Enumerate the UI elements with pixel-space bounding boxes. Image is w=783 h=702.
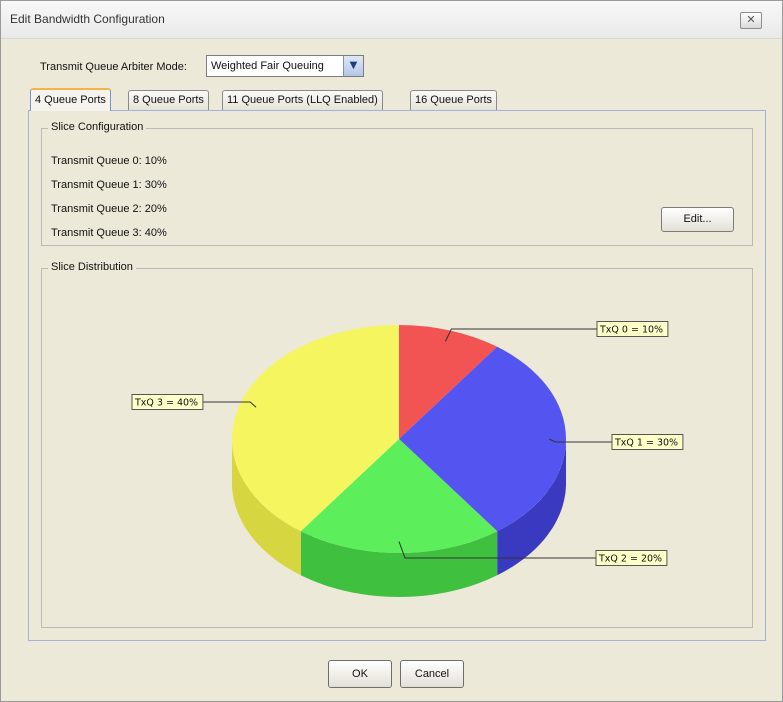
arbiter-mode-label: Transmit Queue Arbiter Mode: [40,61,187,73]
edit-button-label: Edit... [683,213,712,225]
title-bar[interactable]: Edit Bandwidth Configuration ✕ [1,1,782,39]
tab-4-queue-ports[interactable]: 4 Queue Ports [30,88,111,111]
queue-config-line: Transmit Queue 1: 30% [51,179,167,191]
queue-config-line: Transmit Queue 0: 10% [51,155,167,167]
pie-data-label-2: TxQ 2 = 20% [598,554,662,565]
dropdown-arrow-icon[interactable]: ▼ [343,56,363,76]
ok-button[interactable]: OK [328,660,392,688]
dialog-title: Edit Bandwidth Configuration [10,12,165,26]
close-button[interactable]: ✕ [740,12,762,29]
tab-label: 8 Queue Ports [133,94,204,106]
ok-button-label: OK [352,668,368,680]
queue-label: Transmit Queue 3: [51,227,142,239]
queue-config-line: Transmit Queue 2: 20% [51,203,167,215]
tab-panel: Slice Configuration Transmit Queue 0: 10… [28,110,766,641]
tab-label: 4 Queue Ports [35,94,106,106]
slice-configuration-legend: Slice Configuration [48,121,147,133]
close-icon: ✕ [746,13,756,26]
queue-value: 30% [144,179,167,191]
queue-label: Transmit Queue 2: [51,203,142,215]
queue-label: Transmit Queue 0: [51,155,142,167]
slice-distribution-group: Slice Distribution TxQ 0 = 10% TxQ 1 = 30… [41,261,753,628]
pie-data-label-0: TxQ 0 = 10% [599,325,663,336]
queue-value: 20% [144,203,167,215]
arbiter-mode-value: Weighted Fair Queuing [211,60,324,72]
cancel-button-label: Cancel [414,668,450,680]
pie-data-label-3: TxQ 3 = 40% [134,398,198,409]
queue-value: 10% [144,155,167,167]
dialog-window: Edit Bandwidth Configuration ✕ Transmit … [0,0,783,702]
slice-configuration-group: Slice Configuration Transmit Queue 0: 10… [41,121,753,246]
queue-config-line: Transmit Queue 3: 40% [51,227,167,239]
cancel-button[interactable]: Cancel [400,660,464,688]
tab-16-queue-ports[interactable]: 16 Queue Ports [410,90,498,110]
pie-data-label-1: TxQ 1 = 30% [614,438,678,449]
tab-8-queue-ports[interactable]: 8 Queue Ports [128,90,209,110]
queue-value: 40% [144,227,167,239]
edit-button[interactable]: Edit... [661,207,734,232]
tab-label: 11 Queue Ports (LLQ Enabled) [227,94,378,106]
arbiter-mode-select[interactable]: Weighted Fair Queuing ▼ [206,55,364,77]
queue-label: Transmit Queue 1: [51,179,142,191]
tab-11-queue-ports[interactable]: 11 Queue Ports (LLQ Enabled) [222,90,383,110]
tab-label: 16 Queue Ports [415,94,493,106]
pie-chart: TxQ 0 = 10% TxQ 1 = 30% TxQ 2 = 20% TxQ 3 =… [131,321,684,597]
